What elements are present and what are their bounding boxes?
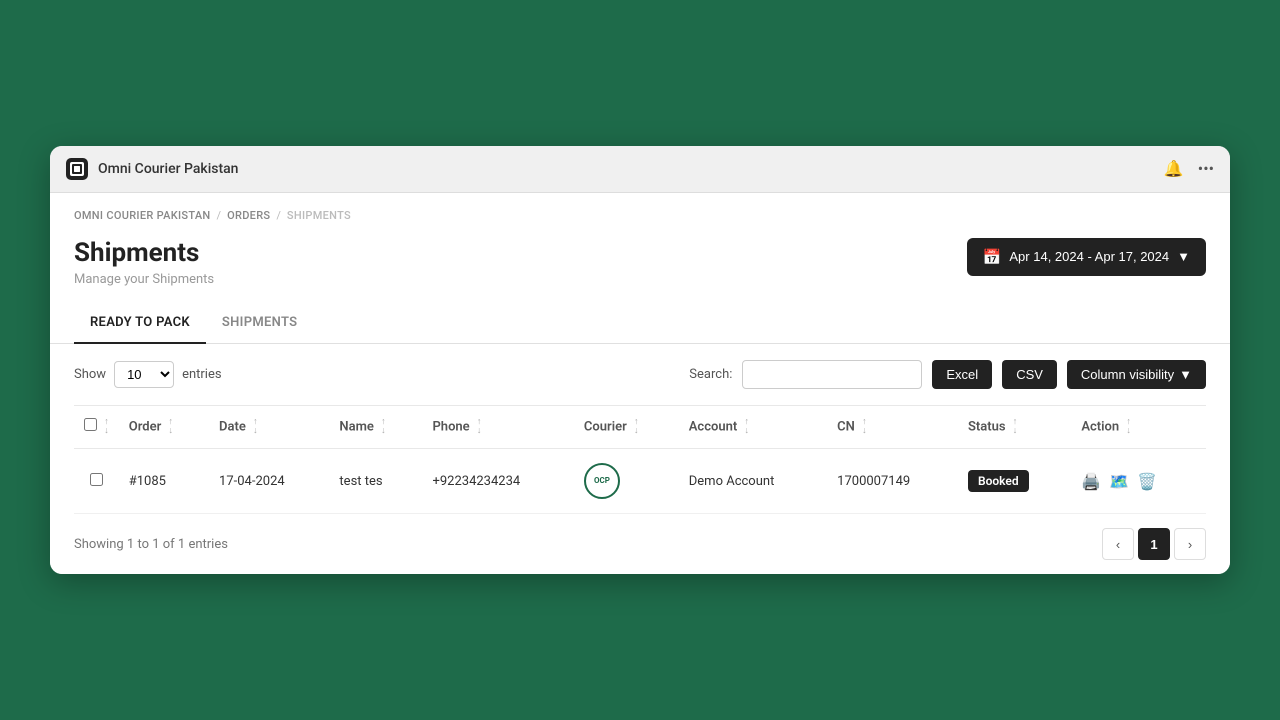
prev-page-button[interactable]: ‹ <box>1102 528 1134 560</box>
row-checkbox[interactable] <box>90 473 103 486</box>
col-date[interactable]: Date ↑↓ <box>209 405 329 449</box>
pagination-row: Showing 1 to 1 of 1 entries ‹ 1 › <box>50 514 1230 574</box>
col-vis-arrow-icon: ▼ <box>1179 367 1192 382</box>
breadcrumb-home[interactable]: OMNI COURIER PAKISTAN <box>74 209 211 222</box>
breadcrumb-sep-1: / <box>217 209 222 222</box>
titlebar: Omni Courier Pakistan 🔔 ••• <box>50 146 1230 193</box>
col-order[interactable]: Order ↑↓ <box>119 405 209 449</box>
shipments-table: ↑↓ Order ↑↓ Date ↑↓ Name ↑↓ <box>74 405 1206 515</box>
page-title-block: Shipments Manage your Shipments <box>74 238 214 287</box>
page-subtitle: Manage your Shipments <box>74 272 214 287</box>
column-visibility-label: Column visibility <box>1081 367 1174 382</box>
entries-select[interactable]: 10 25 50 100 <box>114 361 174 388</box>
show-label: Show <box>74 367 106 382</box>
sort-icons-checkbox: ↑↓ <box>104 418 109 436</box>
table-row: #1085 17-04-2024 test tes +92234234234 O… <box>74 449 1206 514</box>
sort-icons-phone: ↑↓ <box>477 418 482 436</box>
main-window: Omni Courier Pakistan 🔔 ••• OMNI COURIER… <box>50 146 1230 575</box>
sort-icons-courier: ↑↓ <box>634 418 639 436</box>
row-checkbox-cell <box>74 449 119 514</box>
titlebar-right: 🔔 ••• <box>1164 159 1214 178</box>
col-order-label: Order <box>129 419 162 434</box>
col-name-label: Name <box>339 419 373 434</box>
sort-icons-action: ↑↓ <box>1126 418 1131 436</box>
calendar-icon: 📅 <box>983 248 1002 266</box>
col-courier-label: Courier <box>584 419 627 434</box>
courier-logo: OCP <box>584 463 620 499</box>
pagination: ‹ 1 › <box>1102 528 1206 560</box>
row-cn: 1700007149 <box>827 449 958 514</box>
page-title: Shipments <box>74 238 214 268</box>
delete-icon[interactable]: 🗑️ <box>1137 472 1157 491</box>
breadcrumb-sep-2: / <box>276 209 281 222</box>
tab-shipments[interactable]: SHIPMENTS <box>206 303 313 344</box>
row-courier: OCP <box>574 449 679 514</box>
breadcrumb-shipments: SHIPMENTS <box>287 209 351 222</box>
col-phone[interactable]: Phone ↑↓ <box>422 405 573 449</box>
row-status: Booked <box>958 449 1071 514</box>
search-area: Search: Excel CSV Column visibility ▼ <box>689 360 1206 389</box>
table-controls: Show 10 25 50 100 entries Search: Excel … <box>50 344 1230 405</box>
search-input[interactable] <box>742 360 922 389</box>
page-1-button[interactable]: 1 <box>1138 528 1170 560</box>
select-all-col: ↑↓ <box>74 405 119 449</box>
col-account-label: Account <box>689 419 737 434</box>
titlebar-left: Omni Courier Pakistan <box>66 158 238 180</box>
select-all-checkbox[interactable] <box>84 418 97 431</box>
status-badge: Booked <box>968 470 1029 492</box>
tab-ready-to-pack[interactable]: READY TO PACK <box>74 303 206 344</box>
col-cn[interactable]: CN ↑↓ <box>827 405 958 449</box>
col-name[interactable]: Name ↑↓ <box>329 405 422 449</box>
breadcrumb-orders[interactable]: ORDERS <box>227 209 270 222</box>
col-action[interactable]: Action ↑↓ <box>1071 405 1206 449</box>
col-phone-label: Phone <box>432 419 469 434</box>
notification-icon[interactable]: 🔔 <box>1164 159 1184 178</box>
col-status[interactable]: Status ↑↓ <box>958 405 1071 449</box>
main-content: OMNI COURIER PAKISTAN / ORDERS / SHIPMEN… <box>50 193 1230 575</box>
show-entries: Show 10 25 50 100 entries <box>74 361 222 388</box>
row-phone: +92234234234 <box>422 449 573 514</box>
col-status-label: Status <box>968 419 1006 434</box>
column-visibility-button[interactable]: Column visibility ▼ <box>1067 360 1206 389</box>
tabs-bar: READY TO PACK SHIPMENTS <box>50 303 1230 344</box>
sort-icons-cn: ↑↓ <box>862 418 867 436</box>
row-account: Demo Account <box>679 449 827 514</box>
more-menu-icon[interactable]: ••• <box>1198 159 1214 178</box>
action-icons: 🖨️ 🗺️ 🗑️ <box>1081 472 1196 491</box>
entries-label: entries <box>182 367 222 382</box>
table-wrapper: ↑↓ Order ↑↓ Date ↑↓ Name ↑↓ <box>50 405 1230 515</box>
dropdown-arrow-icon: ▼ <box>1177 249 1190 264</box>
sort-icons-date: ↑↓ <box>253 418 258 436</box>
col-courier[interactable]: Courier ↑↓ <box>574 405 679 449</box>
date-range-label: Apr 14, 2024 - Apr 17, 2024 <box>1009 249 1169 264</box>
courier-logo-text: OCP <box>594 477 610 486</box>
next-page-button[interactable]: › <box>1174 528 1206 560</box>
sort-icons-status: ↑↓ <box>1013 418 1018 436</box>
table-header-row: ↑↓ Order ↑↓ Date ↑↓ Name ↑↓ <box>74 405 1206 449</box>
row-date: 17-04-2024 <box>209 449 329 514</box>
col-action-label: Action <box>1081 419 1119 434</box>
col-cn-label: CN <box>837 419 855 434</box>
app-icon <box>66 158 88 180</box>
showing-text: Showing 1 to 1 of 1 entries <box>74 537 228 552</box>
csv-button[interactable]: CSV <box>1002 360 1057 389</box>
row-name: test tes <box>329 449 422 514</box>
row-order: #1085 <box>119 449 209 514</box>
page-header: Shipments Manage your Shipments 📅 Apr 14… <box>50 230 1230 303</box>
sort-icons-order: ↑↓ <box>168 418 173 436</box>
map-icon[interactable]: 🗺️ <box>1109 472 1129 491</box>
app-title: Omni Courier Pakistan <box>98 161 238 177</box>
breadcrumb: OMNI COURIER PAKISTAN / ORDERS / SHIPMEN… <box>50 193 1230 230</box>
table-body: #1085 17-04-2024 test tes +92234234234 O… <box>74 449 1206 514</box>
sort-icons-account: ↑↓ <box>744 418 749 436</box>
print-icon[interactable]: 🖨️ <box>1081 472 1101 491</box>
col-date-label: Date <box>219 419 246 434</box>
sort-icons-name: ↑↓ <box>381 418 386 436</box>
row-actions: 🖨️ 🗺️ 🗑️ <box>1071 449 1206 514</box>
search-label: Search: <box>689 367 732 382</box>
excel-button[interactable]: Excel <box>932 360 992 389</box>
date-picker-button[interactable]: 📅 Apr 14, 2024 - Apr 17, 2024 ▼ <box>967 238 1206 276</box>
col-account[interactable]: Account ↑↓ <box>679 405 827 449</box>
